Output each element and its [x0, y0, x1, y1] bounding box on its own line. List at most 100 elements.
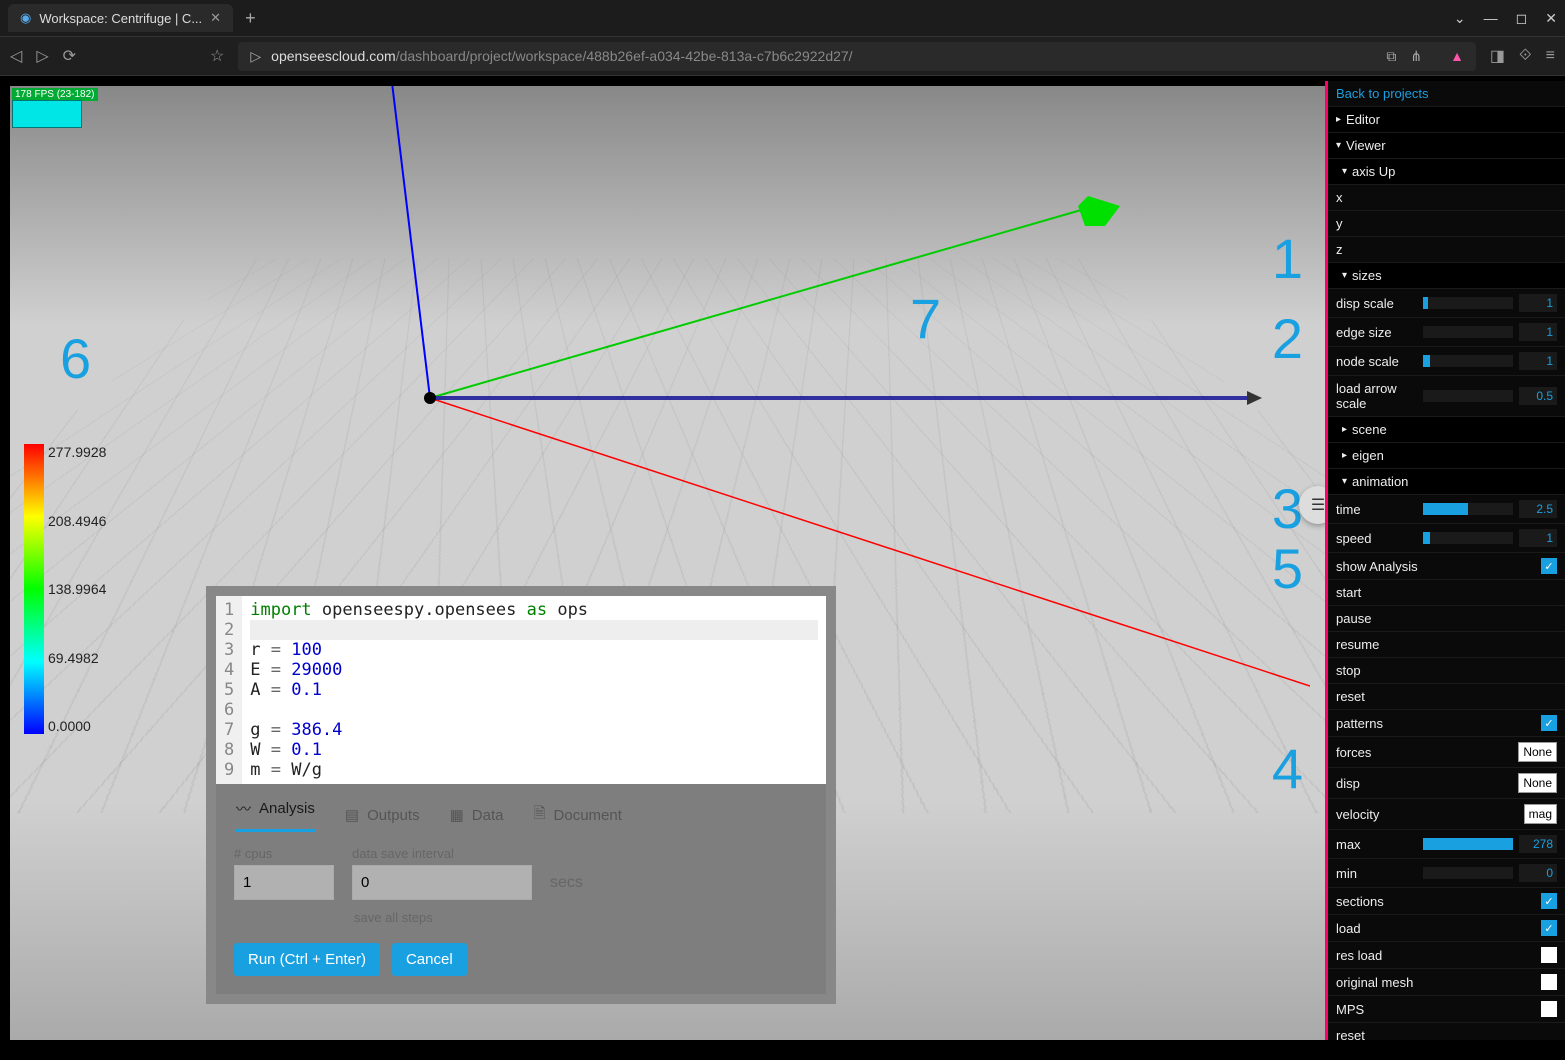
disp-select[interactable]: None [1518, 773, 1557, 793]
tab-outputs[interactable]: ▤Outputs [345, 798, 420, 832]
color-legend: 277.9928 208.4946 138.9964 69.4982 0.000… [24, 444, 106, 734]
section-animation[interactable]: ▾animation [1328, 469, 1565, 495]
load-row: load✓ [1328, 915, 1565, 942]
legend-v1: 208.4946 [48, 513, 106, 529]
patterns-checkbox[interactable]: ✓ [1541, 715, 1557, 731]
callout-2: 2 [1272, 306, 1303, 371]
brave-rewards-icon[interactable]: ▲ [1450, 48, 1464, 64]
nav-forward-icon[interactable]: ▷ [36, 46, 48, 66]
mps-checkbox[interactable] [1541, 1001, 1557, 1017]
document-icon: 🗎 [533, 803, 545, 828]
section-editor[interactable]: ▸Editor [1328, 107, 1565, 133]
anim-start[interactable]: start [1328, 580, 1565, 606]
disp-scale-row: disp scale1 [1328, 289, 1565, 318]
bookmark-icon[interactable]: ☆ [210, 46, 224, 66]
code-editor[interactable]: import openseespy.opensees as ops r = 10… [242, 596, 826, 784]
data-icon: ▦ [450, 806, 464, 824]
disp-row: dispNone [1328, 768, 1565, 799]
resload-checkbox[interactable] [1541, 947, 1557, 963]
mps-row: MPS [1328, 996, 1565, 1023]
forces-select[interactable]: None [1518, 742, 1557, 762]
load-checkbox[interactable]: ✓ [1541, 920, 1557, 936]
section-axisup[interactable]: ▾axis Up [1328, 159, 1565, 185]
edge-size-slider[interactable] [1423, 326, 1513, 338]
originalmesh-checkbox[interactable] [1541, 974, 1557, 990]
sections-checkbox[interactable]: ✓ [1541, 893, 1557, 909]
output-icon: ▤ [345, 806, 359, 824]
reset2[interactable]: reset [1328, 1023, 1565, 1040]
tab-favicon: ◉ [20, 10, 31, 26]
window-maximize-icon[interactable]: ◻ [1516, 10, 1528, 27]
back-to-projects[interactable]: Back to projects [1328, 81, 1565, 107]
popout-icon[interactable]: ⧉ [1386, 48, 1396, 65]
load-arrow-slider[interactable] [1423, 390, 1513, 402]
3d-viewport[interactable]: 178 FPS (23-182) 277.9928 208.4946 138.9… [10, 86, 1325, 1040]
tab-data[interactable]: ▦Data [450, 798, 504, 832]
interval-input[interactable] [352, 865, 532, 900]
wallet-icon[interactable]: ⟐ [1519, 47, 1532, 65]
legend-v3: 69.4982 [48, 650, 106, 666]
section-sizes[interactable]: ▾sizes [1328, 263, 1565, 289]
min-slider[interactable] [1423, 867, 1513, 879]
nav-reload-icon[interactable]: ⟳ [63, 46, 76, 66]
node-scale-slider[interactable] [1423, 355, 1513, 367]
chart-icon: 〰 [236, 798, 251, 819]
menu-icon[interactable]: ≡ [1546, 47, 1555, 65]
nav-back-icon[interactable]: ◁ [10, 46, 22, 66]
run-button[interactable]: Run (Ctrl + Enter) [234, 943, 380, 976]
callout-7: 7 [910, 286, 941, 351]
code-editor-panel: 1 2 3 4 5 6 7 8 9 import openseespy.open… [206, 586, 836, 1004]
callout-3: 3 [1272, 476, 1303, 541]
address-bar[interactable]: ▷ openseescloud.com/dashboard/project/wo… [238, 42, 1476, 71]
velocity-select[interactable]: mag [1524, 804, 1557, 824]
callout-1: 1 [1272, 226, 1303, 291]
section-viewer[interactable]: ▾Viewer [1328, 133, 1565, 159]
max-row: max278 [1328, 830, 1565, 859]
tab-title: Workspace: Centrifuge | C... [39, 11, 202, 26]
load-arrow-row: load arrow scale0.5 [1328, 376, 1565, 417]
patterns-row: patterns✓ [1328, 710, 1565, 737]
legend-max: 277.9928 [48, 444, 106, 460]
section-eigen[interactable]: ▸eigen [1328, 443, 1565, 469]
legend-gradient [24, 444, 44, 734]
axis-x[interactable]: x [1328, 185, 1565, 211]
time-row: time2.5 [1328, 495, 1565, 524]
window-minimize-icon[interactable]: — [1484, 10, 1498, 27]
disp-scale-slider[interactable] [1423, 297, 1513, 309]
share-icon[interactable]: ⋔ [1410, 48, 1422, 65]
time-slider[interactable] [1423, 503, 1513, 515]
axis-y[interactable]: y [1328, 211, 1565, 237]
show-analysis-row: show Analysis✓ [1328, 553, 1565, 580]
section-scene[interactable]: ▸scene [1328, 417, 1565, 443]
anim-pause[interactable]: pause [1328, 606, 1565, 632]
resload-row: res load [1328, 942, 1565, 969]
callout-6: 6 [60, 326, 91, 391]
legend-v2: 138.9964 [48, 581, 106, 597]
edge-size-row: edge size1 [1328, 318, 1565, 347]
tab-document[interactable]: 🗎Document [533, 798, 621, 832]
axis-z[interactable]: z [1328, 237, 1565, 263]
save-all-steps[interactable]: save all steps [354, 910, 808, 925]
browser-tab[interactable]: ◉ Workspace: Centrifuge | C... ✕ [8, 4, 233, 32]
cpus-input[interactable] [234, 865, 334, 900]
max-slider[interactable] [1423, 838, 1513, 850]
new-tab-button[interactable]: + [245, 8, 256, 29]
close-tab-icon[interactable]: ✕ [210, 10, 221, 26]
anim-resume[interactable]: resume [1328, 632, 1565, 658]
code-gutter: 1 2 3 4 5 6 7 8 9 [216, 596, 242, 784]
legend-min: 0.0000 [48, 718, 106, 734]
speed-slider[interactable] [1423, 532, 1513, 544]
anim-reset[interactable]: reset [1328, 684, 1565, 710]
anim-stop[interactable]: stop [1328, 658, 1565, 684]
speed-row: speed1 [1328, 524, 1565, 553]
show-analysis-checkbox[interactable]: ✓ [1541, 558, 1557, 574]
node-scale-row: node scale1 [1328, 347, 1565, 376]
window-down-icon[interactable]: ⌄ [1454, 10, 1466, 27]
cancel-button[interactable]: Cancel [392, 943, 467, 976]
window-close-icon[interactable]: ✕ [1545, 10, 1557, 27]
callout-4: 4 [1272, 736, 1303, 801]
tab-analysis[interactable]: 〰Analysis [236, 798, 315, 832]
url-lock-icon: ▷ [250, 48, 261, 65]
sections-row: sections✓ [1328, 888, 1565, 915]
sidebar-toggle-icon[interactable]: ◨ [1490, 46, 1505, 66]
